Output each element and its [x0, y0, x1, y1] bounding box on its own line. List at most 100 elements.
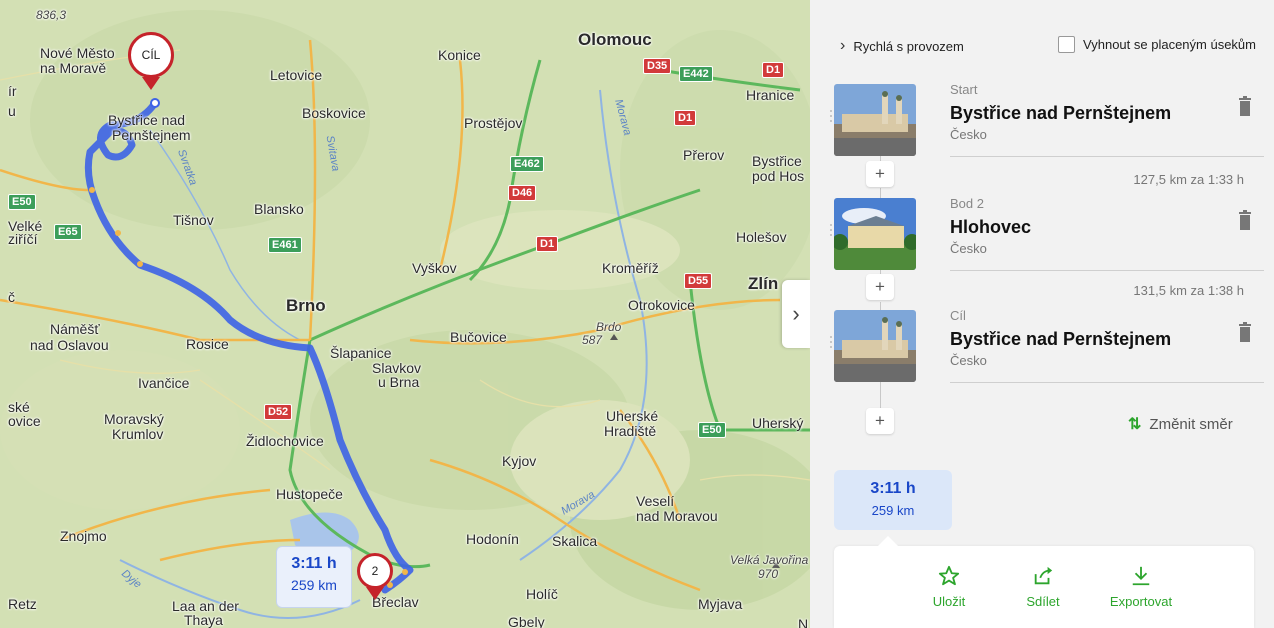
- route-panel: › Rychlá s provozem Vyhnout se placeným …: [810, 0, 1274, 628]
- chevron-right-icon: ›: [840, 37, 846, 54]
- map-label: č: [8, 289, 15, 305]
- add-waypoint-button[interactable]: +: [866, 408, 894, 434]
- segment-info: 127,5 km za 1:33 h: [1133, 172, 1244, 187]
- share-icon: [998, 564, 1088, 588]
- avoid-tolls-option[interactable]: Vyhnout se placeným úsekům: [1058, 36, 1256, 53]
- map-label: Krumlov: [112, 426, 164, 442]
- destination-pin[interactable]: CÍL: [128, 32, 174, 94]
- plus-icon: +: [875, 164, 885, 183]
- map-label: Konice: [438, 47, 481, 63]
- road-shield: D1: [536, 236, 559, 252]
- route-type-selector[interactable]: › Rychlá s provozem: [840, 37, 964, 55]
- waypoint-2[interactable]: Bod 2 Hlohovec Česko: [830, 196, 1264, 282]
- map-label: Thaya: [184, 612, 223, 628]
- waypoint-pin[interactable]: 2: [357, 553, 393, 603]
- collapse-panel-button[interactable]: ›: [782, 280, 810, 348]
- map-label: Židlochovice: [246, 433, 324, 449]
- map-label: ovice: [8, 413, 41, 429]
- map-label: Blansko: [254, 201, 304, 217]
- save-label: Uložit: [932, 594, 966, 609]
- chevron-right-icon: ›: [792, 301, 800, 326]
- map-label: Skalica: [552, 533, 598, 549]
- road-shield: E461: [268, 237, 302, 253]
- map-label: Myjava: [698, 596, 743, 612]
- summary-time: 3:11 h: [870, 480, 916, 497]
- notch: [878, 536, 898, 546]
- map-label: Přerov: [683, 147, 725, 163]
- summary-distance: 259 km: [871, 503, 915, 518]
- map-label: Retz: [8, 596, 37, 612]
- waypoint-type: Cíl: [950, 308, 966, 323]
- waypoint-details: Cíl Bystřice nad Pernštejnem Česko: [950, 308, 1264, 383]
- map-label: Uherské: [606, 408, 659, 424]
- plus-icon: +: [875, 411, 885, 430]
- swap-arrows-icon: ⇅: [1128, 416, 1142, 433]
- map-label: nad Oslavou: [30, 337, 109, 353]
- map-label: Brno: [286, 296, 326, 315]
- download-icon: [1096, 564, 1186, 588]
- waypoint-details: Bod 2 Hlohovec Česko: [950, 196, 1264, 271]
- map-label: Tišnov: [173, 212, 214, 228]
- trash-icon[interactable]: [1238, 210, 1252, 230]
- waypoint-pin-label: 2: [357, 553, 393, 589]
- road-shield: E442: [679, 66, 713, 82]
- map-label: 970: [758, 567, 779, 581]
- map-label: Kroměříž: [602, 260, 659, 276]
- map-label: Bystřice: [752, 153, 802, 169]
- map-label: Holíč: [526, 586, 558, 602]
- map-label: Pernštejnem: [112, 127, 191, 143]
- map-label: Veselí: [636, 493, 675, 509]
- map-label: nad Moravou: [636, 508, 718, 524]
- trash-icon[interactable]: [1238, 96, 1252, 116]
- map-label: ír: [8, 83, 17, 99]
- route-options-row: › Rychlá s provozem Vyhnout se placeným …: [840, 34, 1260, 58]
- map-label: Nové Město: [40, 45, 115, 61]
- route-summary-tab[interactable]: 3:11 h 259 km: [834, 470, 952, 530]
- map-label: Zlín: [748, 274, 779, 293]
- route-time: 3:11 h: [291, 555, 337, 572]
- share-label: Sdílet: [1026, 594, 1060, 609]
- map-label: Rosice: [186, 336, 229, 352]
- map-label: Gbely: [508, 614, 545, 628]
- waypoint-destination[interactable]: Cíl Bystřice nad Pernštejnem Česko: [830, 308, 1264, 394]
- add-waypoint-button[interactable]: +: [866, 274, 894, 300]
- waypoint-country: Česko: [950, 127, 987, 142]
- destination-pin-label: CÍL: [128, 32, 174, 78]
- route-distance: 259 km: [291, 577, 337, 593]
- share-button[interactable]: Sdílet: [998, 564, 1088, 609]
- route-info-bubble[interactable]: 3:11 h 259 km: [276, 546, 352, 608]
- add-waypoint-button[interactable]: +: [866, 161, 894, 187]
- plus-icon: +: [875, 277, 885, 296]
- map-view[interactable]: 836,3 Nové Město na Moravě Letovice Koni…: [0, 0, 810, 628]
- road-shield: E50: [698, 422, 726, 438]
- avoid-tolls-checkbox[interactable]: [1058, 36, 1076, 53]
- map-label: Holešov: [736, 229, 787, 245]
- save-button[interactable]: Uložit: [904, 564, 994, 609]
- map-label: Hranice: [746, 87, 795, 103]
- map-label: Boskovice: [302, 105, 366, 121]
- map-label: Moravský: [104, 411, 164, 427]
- trash-icon[interactable]: [1238, 322, 1252, 342]
- map-label: Hodonín: [466, 531, 519, 547]
- export-button[interactable]: Exportovat: [1096, 564, 1186, 609]
- map-label: Šlapanice: [330, 345, 392, 361]
- segment-info: 131,5 km za 1:38 h: [1133, 283, 1244, 298]
- avoid-tolls-label: Vyhnout se placeným úsekům: [1083, 37, 1256, 52]
- reverse-route-button[interactable]: ⇅ Změnit směr: [1128, 414, 1233, 434]
- road-shield: E50: [8, 194, 36, 210]
- map-label: Otrokovice: [628, 297, 695, 313]
- star-icon: [904, 564, 994, 588]
- map-label: Hradiště: [604, 423, 657, 439]
- road-shield: E462: [510, 156, 544, 172]
- map-label: u Brna: [378, 374, 420, 390]
- map-label: u: [8, 103, 16, 119]
- map-label: Hustopeče: [276, 486, 343, 502]
- road-shield: D46: [508, 185, 537, 201]
- map-label: Vyškov: [412, 260, 457, 276]
- map-label: Letovice: [270, 67, 323, 83]
- road-shield: D52: [264, 404, 293, 420]
- waypoint-name: Bystřice nad Pernštejnem: [950, 103, 1172, 123]
- waypoint-start[interactable]: Start Bystřice nad Pernštejnem Česko: [830, 82, 1264, 168]
- waypoint-country: Česko: [950, 353, 987, 368]
- waypoint-type: Bod 2: [950, 196, 984, 211]
